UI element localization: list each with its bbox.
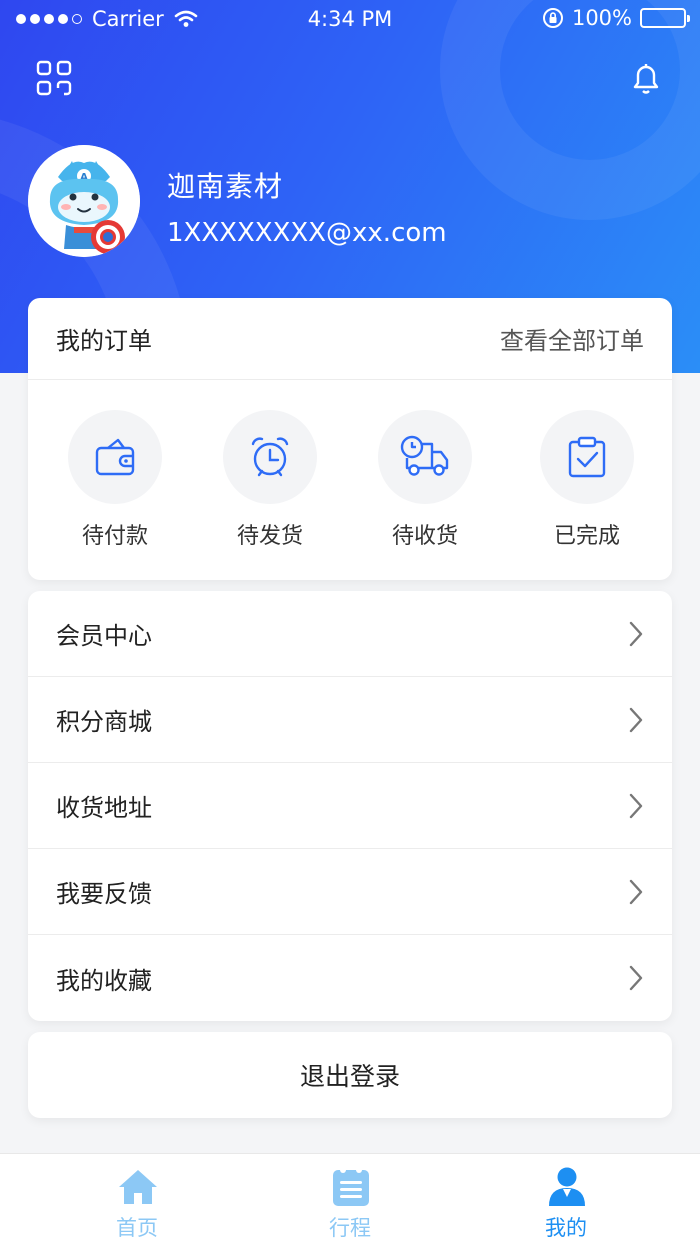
rotation-lock-icon	[542, 8, 563, 28]
order-icon-circle	[68, 410, 162, 504]
menu-item-label: 会员中心	[56, 622, 152, 650]
menu-item-member-center[interactable]: 会员中心	[28, 591, 672, 677]
logout-button[interactable]: 退出登录	[28, 1032, 672, 1118]
order-status-label: 待收货	[392, 524, 459, 549]
order-icon-circle	[378, 410, 472, 504]
menu-item-shipping-address[interactable]: 收货地址	[28, 763, 672, 849]
order-status-completed[interactable]: 已完成	[540, 380, 634, 580]
battery-icon	[640, 8, 690, 28]
tab-itinerary[interactable]: 行程	[290, 1154, 410, 1245]
grid-icon[interactable]	[36, 60, 72, 96]
tab-home[interactable]: 首页	[77, 1154, 197, 1245]
order-status-row: 待付款 待发货 待收货 已完成	[28, 380, 672, 580]
bell-icon[interactable]	[628, 60, 664, 96]
itinerary-icon	[333, 1167, 369, 1206]
order-status-label: 已完成	[554, 524, 621, 549]
order-icon-circle	[540, 410, 634, 504]
orders-header: 我的订单 查看全部订单	[28, 298, 672, 380]
order-status-pending-payment[interactable]: 待付款	[68, 380, 162, 580]
alarm-clock-icon	[251, 437, 289, 477]
menu-card: 会员中心 积分商城 收货地址 我要反馈 我的收藏	[28, 591, 672, 1021]
order-status-label: 待发货	[237, 524, 304, 549]
menu-item-label: 积分商城	[56, 708, 152, 736]
chevron-right-icon	[629, 965, 643, 991]
tab-label: 首页	[116, 1216, 158, 1240]
wallet-icon	[95, 438, 135, 476]
status-bar: Carrier 4:34 PM 100%	[0, 0, 700, 40]
avatar[interactable]: A	[28, 145, 140, 257]
home-icon	[119, 1170, 157, 1204]
chevron-right-icon	[629, 621, 643, 646]
tab-mine[interactable]: 我的	[506, 1154, 626, 1245]
orders-title: 我的订单	[56, 327, 152, 355]
menu-item-feedback[interactable]: 我要反馈	[28, 849, 672, 935]
view-all-orders-link[interactable]: 查看全部订单	[500, 321, 644, 356]
mascot-avatar-image: A	[28, 145, 140, 257]
chevron-right-icon	[629, 879, 643, 904]
menu-item-favorites[interactable]: 我的收藏	[28, 935, 672, 1021]
delivery-truck-icon	[400, 435, 449, 476]
orders-card: 我的订单 查看全部订单 待付款 待发货 待收货 已完成	[28, 298, 672, 580]
menu-item-label: 我的收藏	[56, 966, 152, 995]
profile-screen: Carrier 4:34 PM 100% A 迦南素材 1XXXXXXXX@xx…	[0, 0, 700, 1245]
menu-item-label: 我要反馈	[56, 880, 152, 908]
order-icon-circle	[223, 410, 317, 504]
chevron-right-icon	[629, 793, 643, 818]
order-status-label: 待付款	[82, 524, 149, 549]
chevron-right-icon	[629, 707, 643, 732]
battery-percent: 100%	[571, 6, 632, 30]
tab-label: 行程	[329, 1216, 371, 1240]
tab-label: 我的	[545, 1216, 587, 1240]
menu-item-points-mall[interactable]: 积分商城	[28, 677, 672, 763]
tab-bar: 首页 行程 我的	[0, 1153, 700, 1245]
user-icon	[549, 1167, 585, 1206]
user-email: 1XXXXXXXX@xx.com	[167, 218, 447, 248]
user-name: 迦南素材	[167, 170, 284, 203]
order-status-pending-receipt[interactable]: 待收货	[378, 380, 472, 580]
menu-item-label: 收货地址	[56, 794, 152, 822]
order-status-pending-shipment[interactable]: 待发货	[223, 380, 317, 580]
clipboard-check-icon	[568, 436, 606, 478]
